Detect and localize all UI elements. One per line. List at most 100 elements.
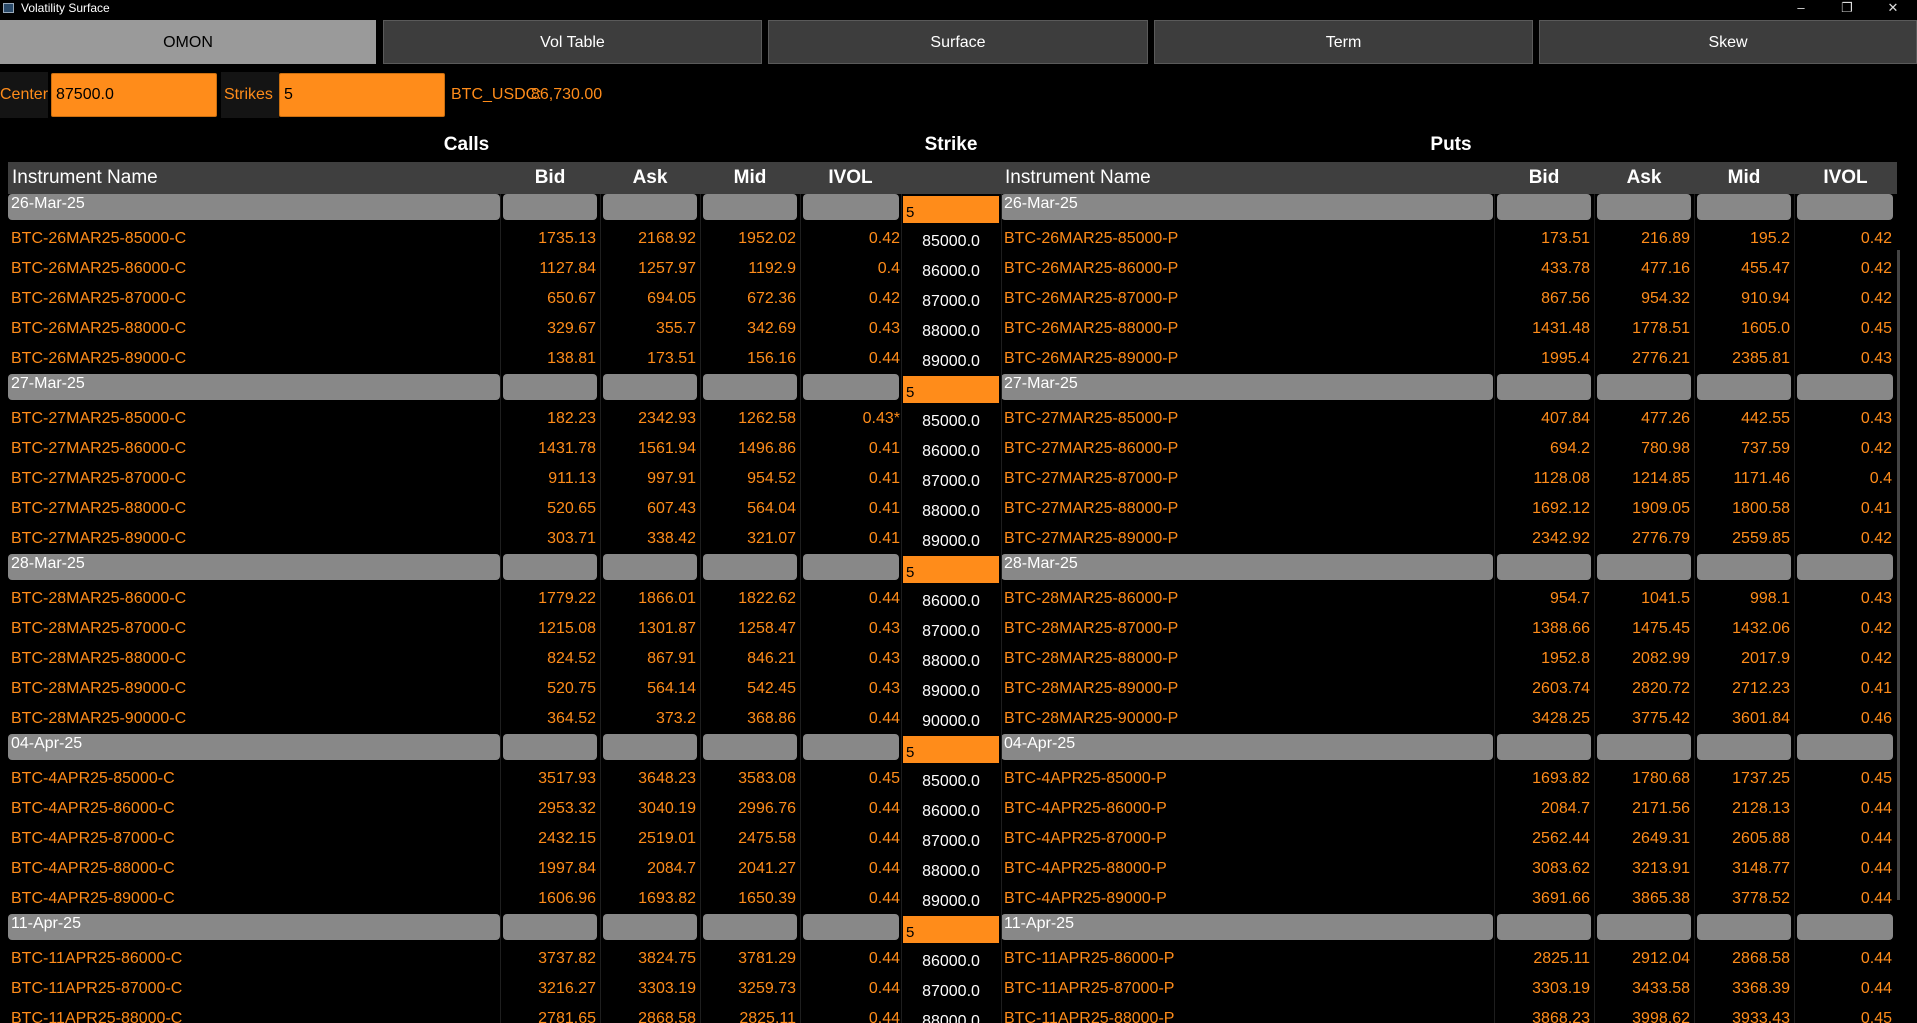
call-ask[interactable]: 2519.01 <box>600 824 696 854</box>
put-bid[interactable]: 1692.12 <box>1494 494 1590 524</box>
put-mid[interactable]: 3778.52 <box>1694 884 1790 914</box>
call-mid[interactable]: 542.45 <box>700 674 796 704</box>
put-ivol[interactable]: 0.45 <box>1794 764 1892 794</box>
call-mid[interactable]: 954.52 <box>700 464 796 494</box>
put-instrument-name[interactable]: BTC-4APR25-85000-P <box>1001 764 1497 794</box>
table-row[interactable]: BTC-11APR25-88000-C 2781.65 2868.58 2825.11… <box>0 1004 1917 1023</box>
call-instrument-name[interactable]: BTC-28MAR25-88000-C <box>8 644 503 674</box>
put-ask[interactable]: 3433.58 <box>1594 974 1690 1004</box>
put-ivol[interactable]: 0.42 <box>1794 524 1892 554</box>
put-mid[interactable]: 1432.06 <box>1694 614 1790 644</box>
tab-omon[interactable]: OMON <box>0 20 376 64</box>
put-ivol[interactable]: 0.43 <box>1794 404 1892 434</box>
put-mid[interactable]: 2605.88 <box>1694 824 1790 854</box>
put-ivol[interactable]: 0.41 <box>1794 494 1892 524</box>
call-mid[interactable]: 2996.76 <box>700 794 796 824</box>
call-instrument-name[interactable]: BTC-27MAR25-87000-C <box>8 464 503 494</box>
call-instrument-name[interactable]: BTC-26MAR25-88000-C <box>8 314 503 344</box>
table-row[interactable]: BTC-27MAR25-88000-C 520.65 607.43 564.04 0.4… <box>0 494 1917 524</box>
call-mid[interactable]: 1262.58 <box>700 404 796 434</box>
put-ivol[interactable]: 0.42 <box>1794 614 1892 644</box>
put-instrument-name[interactable]: BTC-4APR25-86000-P <box>1001 794 1497 824</box>
put-ivol[interactable]: 0.4 <box>1794 464 1892 494</box>
call-bid[interactable]: 824.52 <box>500 644 596 674</box>
call-ivol[interactable]: 0.44 <box>800 824 900 854</box>
put-instrument-name[interactable]: BTC-27MAR25-88000-P <box>1001 494 1497 524</box>
close-icon[interactable]: ✕ <box>1870 0 1916 17</box>
put-instrument-name[interactable]: BTC-26MAR25-89000-P <box>1001 344 1497 374</box>
call-mid[interactable]: 3259.73 <box>700 974 796 1004</box>
table-row[interactable]: BTC-26MAR25-86000-C 1127.84 1257.97 1192.9 0… <box>0 254 1917 284</box>
put-ivol[interactable]: 0.42 <box>1794 284 1892 314</box>
put-ask[interactable]: 3865.38 <box>1594 884 1690 914</box>
put-mid[interactable]: 2712.23 <box>1694 674 1790 704</box>
call-instrument-name[interactable]: BTC-4APR25-85000-C <box>8 764 503 794</box>
put-ask[interactable]: 2649.31 <box>1594 824 1690 854</box>
call-instrument-name[interactable]: BTC-11APR25-87000-C <box>8 974 503 1004</box>
put-bid[interactable]: 2342.92 <box>1494 524 1590 554</box>
put-instrument-name[interactable]: BTC-28MAR25-89000-P <box>1001 674 1497 704</box>
puts-bid-column-header[interactable]: Bid <box>1494 162 1594 194</box>
put-mid[interactable]: 910.94 <box>1694 284 1790 314</box>
restore-icon[interactable]: ❐ <box>1824 0 1870 17</box>
put-mid[interactable]: 1800.58 <box>1694 494 1790 524</box>
put-bid[interactable]: 1128.08 <box>1494 464 1590 494</box>
put-bid[interactable]: 3303.19 <box>1494 974 1590 1004</box>
put-mid[interactable]: 195.2 <box>1694 224 1790 254</box>
expiry-strike-count[interactable]: 5 <box>903 196 999 223</box>
expiry-strike-count[interactable]: 5 <box>903 376 999 403</box>
calls-bid-column-header[interactable]: Bid <box>500 162 600 194</box>
put-ask[interactable]: 477.16 <box>1594 254 1690 284</box>
put-instrument-name[interactable]: BTC-4APR25-89000-P <box>1001 884 1497 914</box>
call-ask[interactable]: 338.42 <box>600 524 696 554</box>
table-row[interactable]: BTC-28MAR25-86000-C 1779.22 1866.01 1822.62… <box>0 584 1917 614</box>
put-ask[interactable]: 1780.68 <box>1594 764 1690 794</box>
minimize-icon[interactable]: – <box>1778 0 1824 17</box>
expiry-strike-count[interactable]: 5 <box>903 916 999 943</box>
put-mid[interactable]: 3601.84 <box>1694 704 1790 734</box>
call-ivol[interactable]: 0.44 <box>800 794 900 824</box>
put-bid[interactable]: 407.84 <box>1494 404 1590 434</box>
call-bid[interactable]: 520.65 <box>500 494 596 524</box>
call-instrument-name[interactable]: BTC-11APR25-86000-C <box>8 944 503 974</box>
put-ask[interactable]: 2082.99 <box>1594 644 1690 674</box>
put-ask[interactable]: 2776.79 <box>1594 524 1690 554</box>
call-ivol[interactable]: 0.42 <box>800 284 900 314</box>
call-instrument-name[interactable]: BTC-26MAR25-89000-C <box>8 344 503 374</box>
table-row[interactable]: BTC-27MAR25-85000-C 182.23 2342.93 1262.58 0… <box>0 404 1917 434</box>
put-mid[interactable]: 2128.13 <box>1694 794 1790 824</box>
call-bid[interactable]: 650.67 <box>500 284 596 314</box>
put-ivol[interactable]: 0.44 <box>1794 824 1892 854</box>
put-instrument-name[interactable]: BTC-11APR25-86000-P <box>1001 944 1497 974</box>
call-bid[interactable]: 329.67 <box>500 314 596 344</box>
call-ask[interactable]: 1257.97 <box>600 254 696 284</box>
call-instrument-name[interactable]: BTC-4APR25-88000-C <box>8 854 503 884</box>
call-instrument-name[interactable]: BTC-28MAR25-87000-C <box>8 614 503 644</box>
put-ivol[interactable]: 0.42 <box>1794 434 1892 464</box>
put-mid[interactable]: 2385.81 <box>1694 344 1790 374</box>
put-ask[interactable]: 3998.62 <box>1594 1004 1690 1023</box>
call-instrument-name[interactable]: BTC-11APR25-88000-C <box>8 1004 503 1023</box>
call-bid[interactable]: 3517.93 <box>500 764 596 794</box>
call-bid[interactable]: 364.52 <box>500 704 596 734</box>
call-ivol[interactable]: 0.44 <box>800 944 900 974</box>
call-instrument-name[interactable]: BTC-28MAR25-90000-C <box>8 704 503 734</box>
call-mid[interactable]: 321.07 <box>700 524 796 554</box>
call-instrument-name[interactable]: BTC-28MAR25-89000-C <box>8 674 503 704</box>
call-ivol[interactable]: 0.43 <box>800 314 900 344</box>
calls-mid-column-header[interactable]: Mid <box>700 162 800 194</box>
table-row[interactable]: BTC-27MAR25-87000-C 911.13 997.91 954.52 0.4… <box>0 464 1917 494</box>
call-ask[interactable]: 3040.19 <box>600 794 696 824</box>
puts-name-column-header[interactable]: Instrument Name <box>1001 162 1494 194</box>
call-ivol[interactable]: 0.43* <box>800 404 900 434</box>
put-ivol[interactable]: 0.44 <box>1794 974 1892 1004</box>
put-bid[interactable]: 694.2 <box>1494 434 1590 464</box>
call-mid[interactable]: 156.16 <box>700 344 796 374</box>
call-ask[interactable]: 2084.7 <box>600 854 696 884</box>
call-ivol[interactable]: 0.41 <box>800 464 900 494</box>
call-ivol[interactable]: 0.41 <box>800 494 900 524</box>
vertical-scrollbar[interactable] <box>1897 194 1900 1023</box>
put-ask[interactable]: 1909.05 <box>1594 494 1690 524</box>
call-ask[interactable]: 997.91 <box>600 464 696 494</box>
tab-skew[interactable]: Skew <box>1539 20 1917 64</box>
